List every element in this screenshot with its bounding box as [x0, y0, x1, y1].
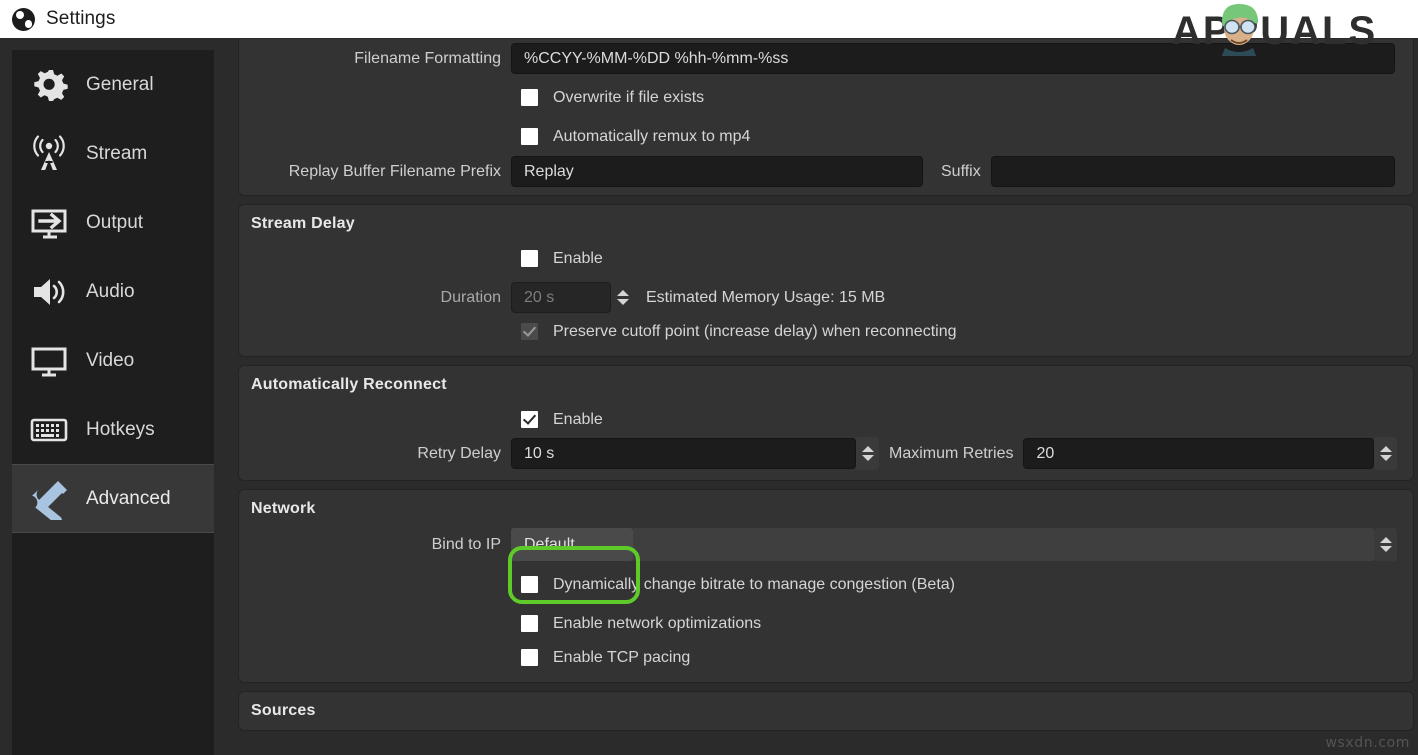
auto-reconnect-panel: Automatically Reconnect Enable Retry Del… [238, 365, 1414, 481]
spinner-up-icon[interactable] [1380, 446, 1392, 452]
filename-formatting-input[interactable]: %CCYY-%MM-%DD %hh-%mm-%ss [511, 43, 1395, 74]
sidebar-item-label-stream: Stream [86, 143, 147, 165]
auto-reconnect-enable-checkbox[interactable] [521, 411, 538, 428]
settings-sidebar[interactable]: General Stream Output [12, 50, 214, 755]
sidebar-item-general[interactable]: General [12, 50, 214, 119]
sidebar-item-audio[interactable]: Audio [12, 257, 214, 326]
duration-input[interactable]: 20 s [511, 282, 611, 313]
sidebar-item-label-output: Output [86, 212, 143, 234]
sources-panel: Sources [238, 691, 1414, 731]
sources-title: Sources [239, 692, 1413, 726]
remux-label: Automatically remux to mp4 [553, 128, 750, 146]
stream-delay-panel: Stream Delay Enable Duration 20 s Estima… [238, 204, 1414, 357]
sidebar-item-advanced[interactable]: Advanced [12, 464, 214, 533]
keyboard-icon [28, 409, 70, 451]
replay-prefix-input[interactable]: Replay [511, 156, 923, 187]
duration-spinner[interactable] [611, 281, 634, 314]
stream-delay-title: Stream Delay [239, 205, 1413, 239]
sidebar-item-stream[interactable]: Stream [12, 119, 214, 188]
estimated-memory-usage: Estimated Memory Usage: 15 MB [646, 289, 885, 307]
preserve-cutoff-checkbox [521, 323, 538, 340]
retry-delay-row: Retry Delay 10 s Maximum Retries 20 [239, 439, 1413, 480]
retry-delay-spinner[interactable] [856, 437, 879, 470]
max-retries-spinner[interactable] [1374, 437, 1397, 470]
spinner-up-icon[interactable] [617, 290, 629, 296]
overwrite-checkbox-row[interactable]: Overwrite if file exists [239, 78, 1413, 117]
auto-reconnect-enable-label: Enable [553, 411, 603, 429]
remux-checkbox[interactable] [521, 128, 538, 145]
tcp-pacing-label: Enable TCP pacing [553, 649, 690, 667]
retry-delay-input[interactable]: 10 s [511, 438, 856, 469]
network-title: Network [239, 490, 1413, 524]
title-bar: Settings [0, 0, 1418, 38]
advanced-settings-pane: Filename Formatting %CCYY-%MM-%DD %hh-%m… [236, 38, 1418, 755]
stream-delay-enable-checkbox[interactable] [521, 250, 538, 267]
window-title: Settings [46, 8, 115, 30]
filename-formatting-row: Filename Formatting %CCYY-%MM-%DD %hh-%m… [239, 39, 1413, 78]
sidebar-item-video[interactable]: Video [12, 326, 214, 395]
spinner-down-icon[interactable] [617, 299, 629, 305]
sidebar-item-label-audio: Audio [86, 281, 135, 303]
preserve-cutoff-row: Preserve cutoff point (increase delay) w… [239, 317, 1413, 356]
auto-reconnect-title: Automatically Reconnect [239, 366, 1413, 400]
gear-icon [28, 64, 70, 106]
spinner-up-icon[interactable] [862, 446, 874, 452]
retry-delay-label: Retry Delay [239, 445, 511, 463]
source-watermark: wsxdn.com [1325, 735, 1410, 751]
network-optimizations-checkbox[interactable] [521, 615, 538, 632]
tcp-pacing-checkbox[interactable] [521, 649, 538, 666]
spinner-down-icon[interactable] [862, 455, 874, 461]
obs-logo-icon [12, 8, 35, 31]
broadcast-icon [28, 133, 70, 175]
obs-settings-window: Settings APPUALS General [0, 0, 1418, 755]
preserve-cutoff-label: Preserve cutoff point (increase delay) w… [553, 323, 956, 341]
chevron-up-icon[interactable] [1380, 537, 1392, 543]
overwrite-checkbox[interactable] [521, 89, 538, 106]
network-optimizations-label: Enable network optimizations [553, 615, 761, 633]
stream-delay-duration-row: Duration 20 s Estimated Memory Usage: 15… [239, 278, 1413, 317]
recording-panel: Filename Formatting %CCYY-%MM-%DD %hh-%m… [238, 39, 1414, 196]
tcp-pacing-row[interactable]: Enable TCP pacing [239, 643, 1413, 682]
max-retries-input[interactable]: 20 [1023, 438, 1374, 469]
tools-icon [28, 478, 70, 520]
spinner-down-icon[interactable] [1380, 455, 1392, 461]
bind-to-ip-select-track[interactable] [633, 528, 1374, 561]
sidebar-item-label-advanced: Advanced [86, 488, 171, 510]
speaker-icon [28, 271, 70, 313]
dynamic-bitrate-row[interactable]: Dynamically change bitrate to manage con… [239, 565, 1413, 604]
suffix-input[interactable] [991, 156, 1395, 187]
filename-formatting-label: Filename Formatting [239, 50, 511, 68]
sidebar-item-output[interactable]: Output [12, 188, 214, 257]
max-retries-label: Maximum Retries [879, 445, 1023, 463]
display-icon [28, 340, 70, 382]
suffix-label: Suffix [923, 163, 991, 181]
overwrite-label: Overwrite if file exists [553, 89, 704, 107]
replay-prefix-label: Replay Buffer Filename Prefix [239, 163, 511, 181]
sidebar-item-hotkeys[interactable]: Hotkeys [12, 395, 214, 464]
network-panel: Network Bind to IP Default Dynamically c… [238, 489, 1414, 683]
sidebar-item-label-general: General [86, 74, 154, 96]
chevron-down-icon[interactable] [1380, 546, 1392, 552]
dynamic-bitrate-checkbox[interactable] [521, 576, 538, 593]
stream-delay-enable-label: Enable [553, 250, 603, 268]
network-optimizations-row[interactable]: Enable network optimizations [239, 604, 1413, 643]
sidebar-item-label-hotkeys: Hotkeys [86, 419, 155, 441]
dynamic-bitrate-label: Dynamically change bitrate to manage con… [553, 576, 955, 594]
monitor-arrow-icon [28, 202, 70, 244]
bind-to-ip-row: Bind to IP Default [239, 524, 1413, 565]
bind-to-ip-label: Bind to IP [239, 536, 511, 554]
duration-label: Duration [239, 289, 511, 307]
sidebar-item-label-video: Video [86, 350, 134, 372]
bind-to-ip-select[interactable]: Default [511, 528, 633, 561]
stream-delay-enable-row[interactable]: Enable [239, 239, 1413, 278]
remux-checkbox-row[interactable]: Automatically remux to mp4 [239, 117, 1413, 156]
replay-prefix-row: Replay Buffer Filename Prefix Replay Suf… [239, 156, 1413, 195]
bind-to-ip-dropdown-arrow[interactable] [1374, 528, 1397, 561]
auto-reconnect-enable-row[interactable]: Enable [239, 400, 1413, 439]
